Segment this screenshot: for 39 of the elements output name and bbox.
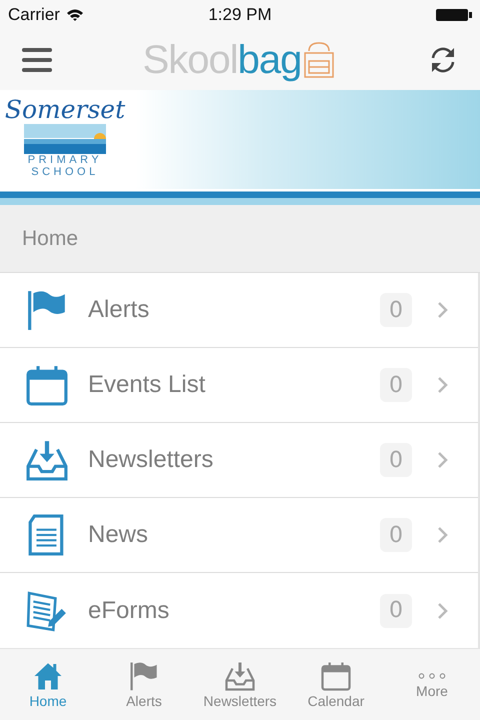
inbox-icon [225, 660, 255, 690]
inbox-icon [26, 439, 68, 481]
form-icon [26, 590, 68, 632]
menu-item[interactable]: News 0 [0, 498, 478, 573]
more-icon [417, 670, 447, 680]
tab-item[interactable]: Calendar [288, 649, 384, 720]
chevron-icon [438, 527, 448, 543]
tab-item[interactable]: More [384, 649, 480, 720]
school-type: SCHOOL [31, 166, 99, 178]
count-badge: 0 [380, 443, 412, 477]
calendar-icon [26, 364, 68, 406]
chevron-icon [438, 302, 448, 318]
status-time: 1:29 PM [208, 5, 272, 25]
menu-item[interactable]: Newsletters 0 [0, 423, 478, 498]
chevron-icon [438, 602, 448, 618]
tab-item[interactable]: Alerts [96, 649, 192, 720]
flag-icon [129, 660, 159, 690]
tab-item[interactable]: Home [0, 649, 96, 720]
chevron-icon [438, 452, 448, 468]
menu-icon[interactable] [22, 46, 52, 74]
menu-item[interactable]: Alerts 0 [0, 273, 478, 348]
count-badge: 0 [380, 518, 412, 552]
calendar-icon [321, 660, 351, 690]
section-title: Home [22, 226, 78, 250]
count-badge: 0 [380, 594, 412, 628]
count-badge: 0 [380, 368, 412, 402]
menu-item[interactable]: Events List 0 [0, 348, 478, 423]
chevron-icon [438, 377, 448, 393]
battery-icon [436, 8, 472, 22]
school-name: Somerset [4, 96, 126, 124]
wifi-icon [66, 8, 84, 22]
menu-item[interactable]: eForms 0 [0, 573, 478, 648]
carrier-label: Carrier [8, 5, 60, 25]
flag-icon [26, 289, 68, 331]
tab-item[interactable]: Newsletters [192, 649, 288, 720]
home-icon [33, 660, 63, 690]
school-type: PRIMARY [28, 154, 102, 166]
sea-sun-icon [24, 124, 106, 154]
count-badge: 0 [380, 293, 412, 327]
